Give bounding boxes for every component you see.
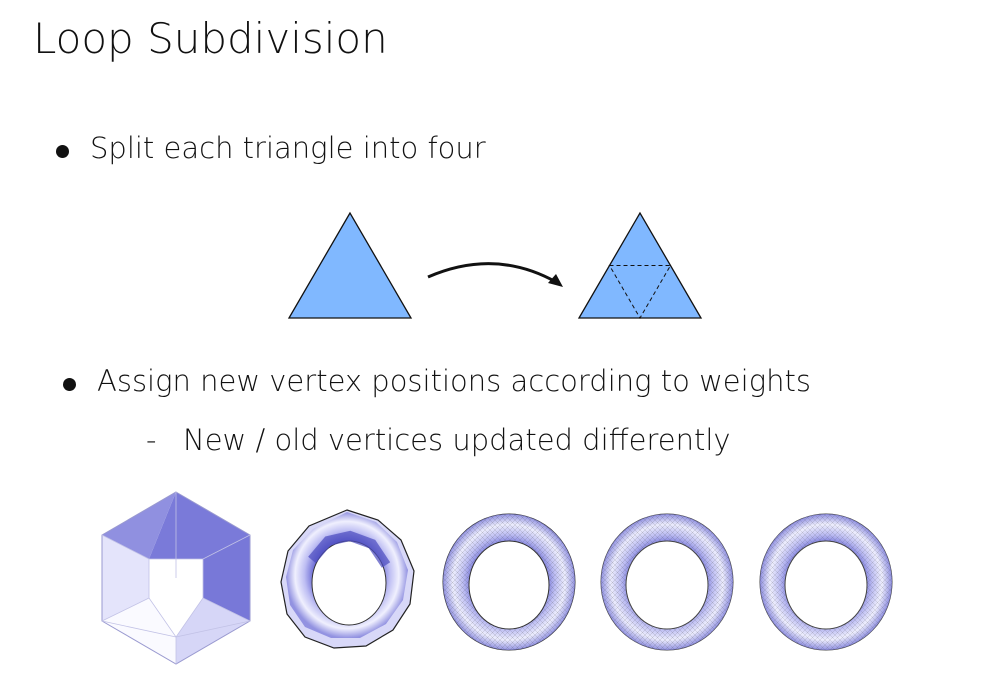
torus-level-4 xyxy=(759,513,893,651)
torus-level-1 xyxy=(280,509,415,649)
mesh-sequence xyxy=(101,491,893,665)
torus-level-3 xyxy=(600,513,734,651)
torus-level-2 xyxy=(442,513,576,651)
hexagon-mesh xyxy=(101,491,251,665)
